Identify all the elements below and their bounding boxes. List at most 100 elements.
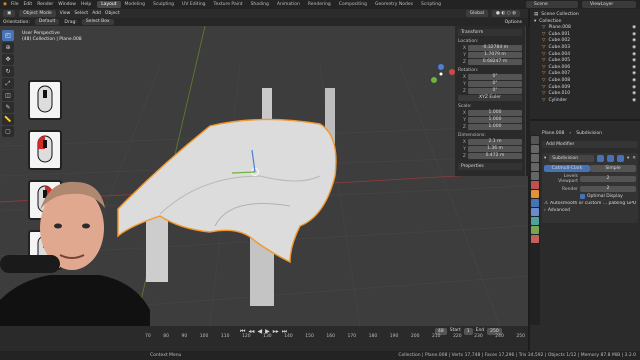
mode-dropdown[interactable]: Object Mode (19, 10, 56, 17)
dimensions-x-field[interactable]: 2.1 m (468, 139, 522, 145)
tab-compositing[interactable]: Compositing (335, 1, 371, 8)
tab-simple[interactable]: Simple (590, 165, 636, 172)
scene-selector[interactable]: Scene (526, 1, 578, 8)
dimensions-z-field[interactable]: 0.472 m (468, 153, 522, 159)
tab-uv-editing[interactable]: UV Editing (178, 1, 209, 8)
outliner-item[interactable]: ▽ Plane.008 ◉ (534, 25, 636, 32)
tab-animation[interactable]: Animation (273, 1, 304, 8)
tab-scripting[interactable]: Scripting (417, 1, 445, 8)
scale-x-field[interactable]: 1.000 (468, 110, 522, 116)
drag-dropdown[interactable]: Select Box (81, 19, 114, 25)
menu-edit[interactable]: Edit (23, 2, 32, 7)
tab-geometry-nodes[interactable]: Geometry Nodes (371, 1, 417, 8)
viewport-toggle-icon[interactable] (606, 155, 614, 162)
world-tab-icon[interactable] (531, 181, 539, 189)
scene-collection-row[interactable]: ▤ Scene Collection (534, 12, 636, 19)
select-box-tool[interactable]: ◰ (2, 30, 14, 41)
add-cube-tool[interactable]: ▢ (2, 126, 14, 137)
menu-view[interactable]: View (60, 11, 71, 16)
menu-add[interactable]: Add (92, 11, 101, 16)
rotate-tool[interactable]: ↻ (2, 66, 14, 77)
eye-icon[interactable]: ◉ (632, 45, 636, 52)
add-modifier-button[interactable]: Add Modifier (542, 141, 638, 148)
dimensions-y-field[interactable]: 1.36 m (468, 146, 522, 152)
scene-tab-icon[interactable] (531, 172, 539, 180)
tool-tab-icon[interactable] (531, 136, 539, 144)
properties-panel-header[interactable]: Properties (458, 163, 522, 170)
advanced-chevron-icon[interactable]: › (544, 208, 546, 213)
modifier-name-field[interactable]: Subdivision (549, 155, 594, 162)
view-layer-selector[interactable]: ViewLayer (582, 1, 636, 8)
view-layer-tab-icon[interactable] (531, 163, 539, 171)
menu-object[interactable]: Object (105, 11, 120, 16)
scale-tool[interactable]: ⤢ (2, 78, 14, 89)
output-tab-icon[interactable] (531, 154, 539, 162)
menu-select[interactable]: Select (74, 11, 88, 16)
object-tab-icon[interactable] (531, 190, 539, 198)
location-z-field[interactable]: 0.68247 m (468, 59, 522, 65)
location-y-field[interactable]: 1.7079 m (468, 52, 522, 58)
render-tab-icon[interactable] (531, 145, 539, 153)
eye-icon[interactable]: ◉ (632, 98, 636, 105)
annotate-tool[interactable]: ✎ (2, 102, 14, 113)
options-dropdown[interactable]: Options (505, 20, 522, 25)
dropdown-arrow-icon[interactable]: ▾ (627, 156, 629, 161)
eye-icon[interactable]: ◉ (632, 52, 636, 59)
eye-icon[interactable]: ◉ (632, 32, 636, 39)
outliner-item[interactable]: ▽ Cube.002 ◉ (534, 38, 636, 45)
menu-window[interactable]: Window (58, 2, 76, 7)
close-icon[interactable]: ✕ (632, 156, 636, 161)
eye-icon[interactable]: ◉ (632, 78, 636, 85)
eye-icon[interactable]: ◉ (632, 85, 636, 92)
location-x-field[interactable]: -0.32784 m (468, 45, 522, 51)
orientation-dropdown[interactable]: Default (34, 19, 60, 25)
outliner-item[interactable]: ▽ Cube.010 ◉ (534, 91, 636, 98)
render-toggle-icon[interactable] (616, 155, 624, 162)
outliner-item[interactable]: ▽ Cube.007 ◉ (534, 71, 636, 78)
rotation-y-field[interactable]: 0° (468, 81, 522, 87)
render-levels-field[interactable]: 2 (580, 186, 636, 192)
editor-type-button[interactable]: ▣ (3, 10, 16, 17)
rotation-x-field[interactable]: 0° (468, 74, 522, 80)
eye-icon[interactable]: ◉ (632, 25, 636, 32)
tab-texture-paint[interactable]: Texture Paint (210, 1, 247, 8)
outliner-item[interactable]: ▽ Cube.008 ◉ (534, 78, 636, 85)
data-tab-icon[interactable] (531, 226, 539, 234)
outliner-item[interactable]: ▽ Cylinder ◉ (534, 98, 636, 105)
scale-z-field[interactable]: 1.000 (468, 124, 522, 130)
scale-y-field[interactable]: 1.000 (468, 117, 522, 123)
transform-panel-header[interactable]: Transform (458, 29, 522, 36)
menu-help[interactable]: Help (81, 2, 91, 7)
move-tool[interactable]: ✥ (2, 54, 14, 65)
advanced-panel-header[interactable]: Advanced (548, 208, 570, 213)
eye-icon[interactable]: ◉ (632, 58, 636, 65)
tab-modeling[interactable]: Modeling (121, 1, 149, 8)
tab-rendering[interactable]: Rendering (304, 1, 335, 8)
eye-icon[interactable]: ◉ (632, 71, 636, 78)
outliner-item[interactable]: ▽ Cube.005 ◉ (534, 58, 636, 65)
tab-shading[interactable]: Shading (247, 1, 273, 8)
particles-tab-icon[interactable] (531, 208, 539, 216)
tab-catmull-clark[interactable]: Catmull-Clark (544, 165, 590, 172)
transform-tool[interactable]: ◫ (2, 90, 14, 101)
eye-icon[interactable]: ◉ (632, 91, 636, 98)
optimal-display-checkbox[interactable] (580, 194, 585, 199)
eye-icon[interactable]: ◉ (632, 38, 636, 45)
shading-buttons[interactable]: ● ◐ ○ ◍ (492, 10, 520, 17)
eye-icon[interactable]: ◉ (632, 65, 636, 72)
blender-logo-icon[interactable]: ◉ (0, 2, 7, 7)
physics-tab-icon[interactable] (531, 217, 539, 225)
levels-viewport-field[interactable]: 2 (580, 176, 636, 182)
menu-file[interactable]: File (11, 2, 19, 7)
measure-tool[interactable]: 📏 (2, 114, 14, 125)
expand-chevron-icon[interactable]: ▾ (544, 156, 546, 161)
menu-render[interactable]: Render (37, 2, 53, 7)
material-tab-icon[interactable] (531, 235, 539, 243)
outliner-item[interactable]: ▽ Cube.003 ◉ (534, 45, 636, 52)
modifier-tab-icon[interactable] (531, 199, 539, 207)
rotation-z-field[interactable]: 0° (468, 88, 522, 94)
transform-orientation-dropdown[interactable]: Global (465, 10, 488, 17)
edit-mode-toggle-icon[interactable] (596, 155, 604, 162)
rotation-mode-dropdown[interactable]: XYZ Euler (458, 95, 522, 101)
cursor-tool[interactable]: ⊕ (2, 42, 14, 53)
